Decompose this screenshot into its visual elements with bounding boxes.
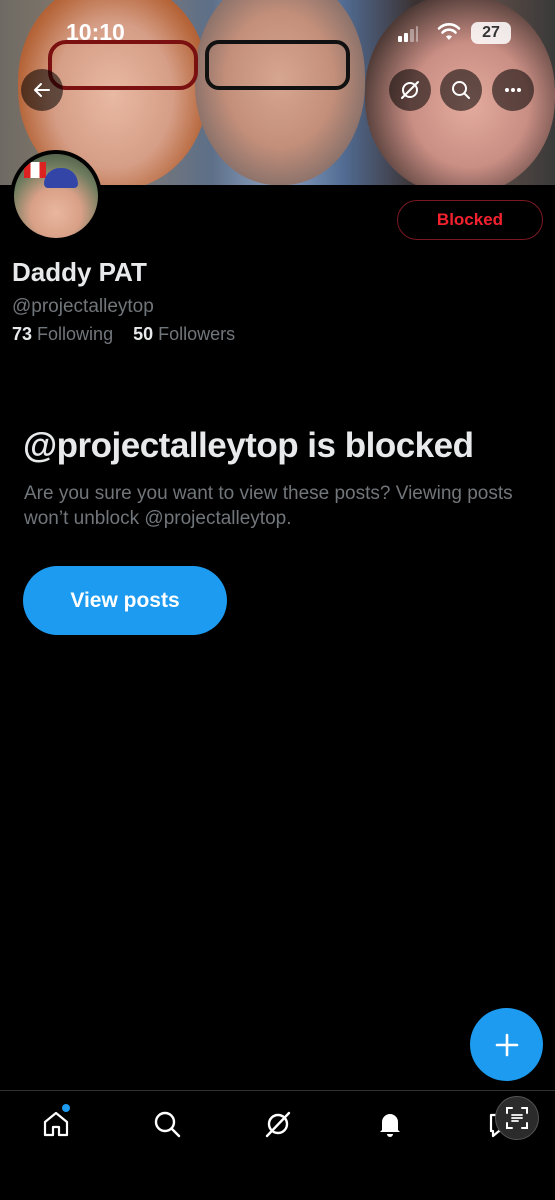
home-icon: [43, 1111, 69, 1137]
back-button[interactable]: [21, 69, 63, 111]
signal-icon: [398, 26, 418, 42]
search-icon: [452, 81, 470, 99]
avatar[interactable]: [10, 150, 102, 242]
nav-home[interactable]: [39, 1107, 73, 1141]
grok-icon: [265, 1111, 291, 1138]
nav-search[interactable]: [150, 1107, 184, 1141]
status-time: 10:10: [66, 19, 125, 45]
home-notification-dot: [62, 1104, 70, 1112]
profile-name: Daddy PAT: [12, 257, 147, 287]
avatar-flag: [24, 162, 46, 178]
blocked-button[interactable]: Blocked: [397, 200, 543, 240]
screen-scan-button[interactable]: [495, 1096, 539, 1140]
profile-handle: @projectalleytop: [12, 296, 154, 317]
bottom-nav: [0, 1090, 555, 1200]
nav-grok[interactable]: [261, 1107, 295, 1141]
more-icon: [505, 88, 521, 92]
following-link[interactable]: 73 Following: [12, 324, 113, 344]
grok-icon: [401, 81, 419, 99]
wifi-icon: [437, 23, 461, 40]
following-label: Following: [37, 324, 114, 344]
search-button[interactable]: [440, 69, 482, 111]
back-arrow-icon: [34, 83, 50, 97]
nav-notifications[interactable]: [373, 1107, 407, 1141]
follow-stats: 73 Following 50 Followers: [12, 324, 235, 345]
followers-count: 50: [133, 324, 154, 344]
followers-label: Followers: [158, 324, 236, 344]
blocked-title: @projectalleytop is blocked: [23, 426, 474, 465]
avatar-hat: [44, 168, 78, 188]
more-button[interactable]: [492, 69, 534, 111]
text-scan-icon: [506, 1107, 528, 1129]
plus-icon: [495, 1033, 518, 1056]
notifications-icon: [380, 1114, 400, 1137]
compose-button[interactable]: [470, 1008, 543, 1081]
battery-icon: 27: [471, 22, 511, 44]
search-icon: [154, 1111, 181, 1138]
grok-button[interactable]: [389, 69, 431, 111]
view-posts-button[interactable]: View posts: [23, 566, 227, 635]
following-count: 73: [12, 324, 33, 344]
followers-link[interactable]: 50 Followers: [133, 324, 235, 344]
status-bar: 10:10 27: [0, 0, 555, 64]
blocked-description: Are you sure you want to view these post…: [24, 483, 513, 529]
